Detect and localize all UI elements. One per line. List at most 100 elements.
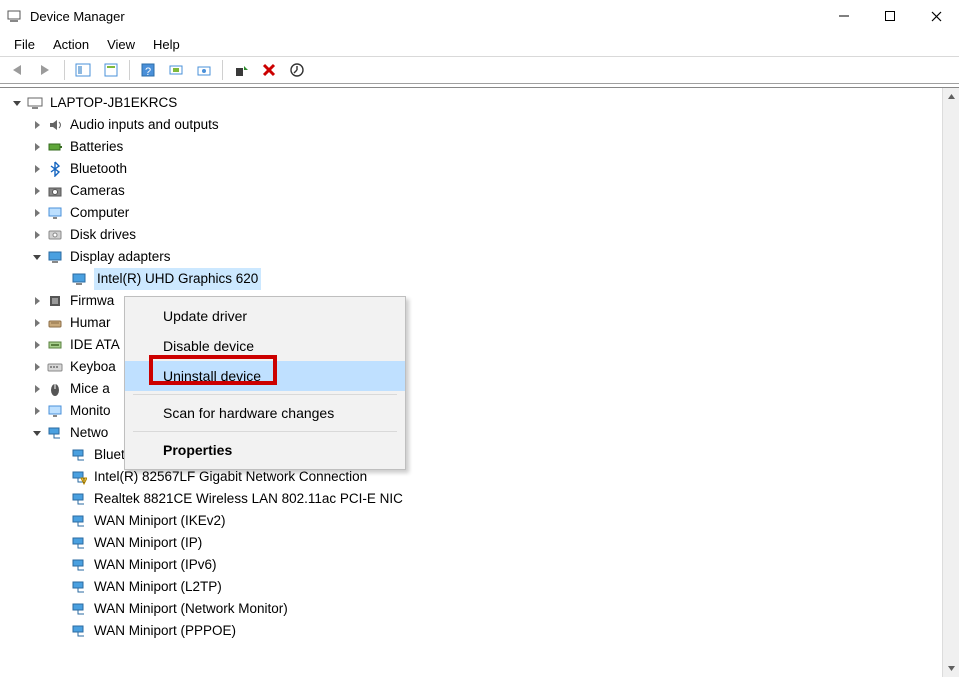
expand-toggle[interactable] [30, 184, 44, 198]
scroll-down-icon[interactable] [943, 660, 959, 677]
keyboard-icon [46, 359, 64, 375]
titlebar: Device Manager [0, 0, 959, 32]
tree-dev-net6[interactable]: WAN Miniport (L2TP) [6, 576, 959, 598]
back-button[interactable] [5, 59, 31, 81]
tree-label: Mice a [70, 379, 110, 399]
tree-label: Bluetooth [70, 159, 127, 179]
context-disable-device[interactable]: Disable device [125, 331, 405, 361]
context-uninstall-device[interactable]: Uninstall device [125, 361, 405, 391]
tree-dev-net3[interactable]: WAN Miniport (IKEv2) [6, 510, 959, 532]
tree-cat-diskdrives[interactable]: Disk drives [6, 224, 959, 246]
speaker-icon [46, 117, 64, 133]
scroll-up-icon[interactable] [943, 88, 959, 105]
network-adapter-icon [70, 623, 88, 639]
help-button[interactable]: ? [135, 59, 161, 81]
tree-root[interactable]: LAPTOP-JB1EKRCS [6, 92, 959, 114]
network-adapter-icon [46, 425, 64, 441]
tree-cat-cameras[interactable]: Cameras [6, 180, 959, 202]
tree-label: Audio inputs and outputs [70, 115, 219, 135]
expand-toggle[interactable] [30, 360, 44, 374]
tree-label: WAN Miniport (IPv6) [94, 555, 217, 575]
network-adapter-icon [70, 491, 88, 507]
tree-cat-bluetooth[interactable]: Bluetooth [6, 158, 959, 180]
network-adapter-icon [70, 535, 88, 551]
computer-icon [26, 95, 44, 111]
battery-icon [46, 139, 64, 155]
expand-toggle[interactable] [30, 140, 44, 154]
hid-icon [46, 315, 64, 331]
disable-button[interactable] [284, 59, 310, 81]
expand-toggle[interactable] [30, 118, 44, 132]
toolbar-separator [222, 60, 223, 80]
properties-button[interactable] [98, 59, 124, 81]
context-scan-hardware[interactable]: Scan for hardware changes [125, 398, 405, 428]
mouse-icon [46, 381, 64, 397]
tree-cat-batteries[interactable]: Batteries [6, 136, 959, 158]
monitor-icon [46, 403, 64, 419]
tree-label: Firmwa [70, 291, 114, 311]
expand-toggle[interactable] [30, 250, 44, 264]
menubar: File Action View Help [0, 32, 959, 56]
update-driver-button[interactable] [191, 59, 217, 81]
expand-toggle[interactable] [30, 316, 44, 330]
display-adapter-icon [70, 271, 88, 287]
disk-icon [46, 227, 64, 243]
tree-label: IDE ATA [70, 335, 120, 355]
add-legacy-button[interactable] [228, 59, 254, 81]
tree-label: Disk drives [70, 225, 136, 245]
network-adapter-icon [70, 513, 88, 529]
expand-toggle[interactable] [30, 382, 44, 396]
network-adapter-icon [70, 447, 88, 463]
context-update-driver[interactable]: Update driver [125, 301, 405, 331]
expand-toggle[interactable] [10, 96, 24, 110]
scan-hardware-button[interactable] [163, 59, 189, 81]
context-separator [133, 431, 397, 432]
tree-dev-net4[interactable]: WAN Miniport (IP) [6, 532, 959, 554]
chipset-icon [46, 293, 64, 309]
tree-dev-net8[interactable]: WAN Miniport (PPPOE) [6, 620, 959, 642]
expand-toggle[interactable] [30, 426, 44, 440]
tree-cat-display[interactable]: Display adapters [6, 246, 959, 268]
forward-button[interactable] [33, 59, 59, 81]
spacer [54, 536, 68, 550]
menu-view[interactable]: View [98, 35, 144, 54]
svg-text:?: ? [145, 66, 151, 78]
spacer [54, 514, 68, 528]
expand-toggle[interactable] [30, 294, 44, 308]
expand-toggle[interactable] [30, 206, 44, 220]
tree-label: Batteries [70, 137, 123, 157]
tree-dev-net2[interactable]: Realtek 8821CE Wireless LAN 802.11ac PCI… [6, 488, 959, 510]
expand-toggle[interactable] [30, 338, 44, 352]
show-hide-console-tree-button[interactable] [70, 59, 96, 81]
tree-label: Intel(R) UHD Graphics 620 [94, 268, 261, 290]
close-button[interactable] [913, 0, 959, 32]
tree-label: Intel(R) 82567LF Gigabit Network Connect… [94, 467, 367, 487]
expand-toggle[interactable] [30, 162, 44, 176]
tree-dev-net5[interactable]: WAN Miniport (IPv6) [6, 554, 959, 576]
maximize-button[interactable] [867, 0, 913, 32]
menu-help[interactable]: Help [144, 35, 189, 54]
menu-action[interactable]: Action [44, 35, 98, 54]
expand-toggle[interactable] [30, 228, 44, 242]
tree-dev-intel-uhd[interactable]: Intel(R) UHD Graphics 620 [6, 268, 959, 290]
tree-label: WAN Miniport (Network Monitor) [94, 599, 288, 619]
context-properties[interactable]: Properties [125, 435, 405, 465]
tree-cat-computer[interactable]: Computer [6, 202, 959, 224]
tree-cat-audio[interactable]: Audio inputs and outputs [6, 114, 959, 136]
tree-label: WAN Miniport (IKEv2) [94, 511, 226, 531]
tree-label: WAN Miniport (IP) [94, 533, 202, 553]
tree-dev-net7[interactable]: WAN Miniport (Network Monitor) [6, 598, 959, 620]
vertical-scrollbar[interactable] [942, 88, 959, 677]
expand-toggle[interactable] [30, 404, 44, 418]
spacer [54, 448, 68, 462]
tree-label: Humar [70, 313, 111, 333]
spacer [54, 580, 68, 594]
spacer [54, 558, 68, 572]
network-adapter-warn-icon: ! [70, 469, 88, 485]
minimize-button[interactable] [821, 0, 867, 32]
menu-file[interactable]: File [5, 35, 44, 54]
spacer [54, 602, 68, 616]
tree-label: Keyboa [70, 357, 116, 377]
uninstall-button[interactable] [256, 59, 282, 81]
tree-label: Netwo [70, 423, 108, 443]
